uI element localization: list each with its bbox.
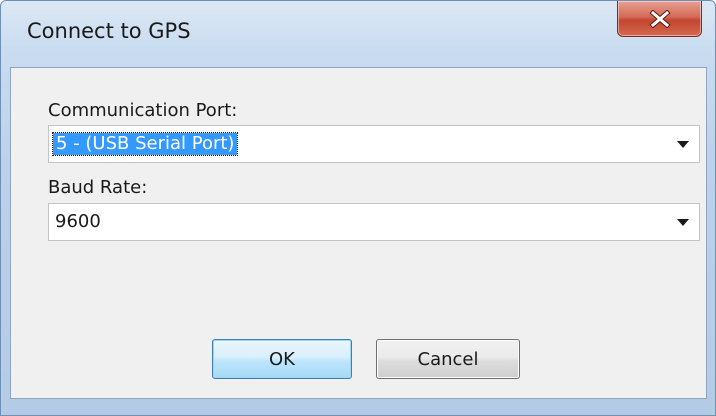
ok-button[interactable]: OK (212, 339, 352, 379)
window-title: Connect to GPS (27, 19, 191, 43)
dialog-window: Connect to GPS Communication Port: 5 - (… (0, 0, 716, 416)
close-button[interactable] (617, 1, 702, 37)
dropdown-arrow-icon[interactable] (677, 141, 689, 148)
communication-port-label: Communication Port: (48, 100, 238, 121)
baud-rate-label: Baud Rate: (48, 177, 148, 198)
communication-port-dropdown[interactable]: 5 - (USB Serial Port) (48, 125, 700, 163)
communication-port-value: 5 - (USB Serial Port) (51, 132, 239, 156)
close-icon (648, 9, 671, 28)
cancel-button[interactable]: Cancel (376, 339, 520, 379)
title-bar[interactable]: Connect to GPS (1, 1, 716, 67)
baud-rate-value: 9600 (55, 211, 101, 232)
dropdown-arrow-icon[interactable] (677, 219, 689, 226)
dialog-body: Communication Port: 5 - (USB Serial Port… (10, 67, 707, 399)
baud-rate-dropdown[interactable]: 9600 (48, 203, 700, 241)
